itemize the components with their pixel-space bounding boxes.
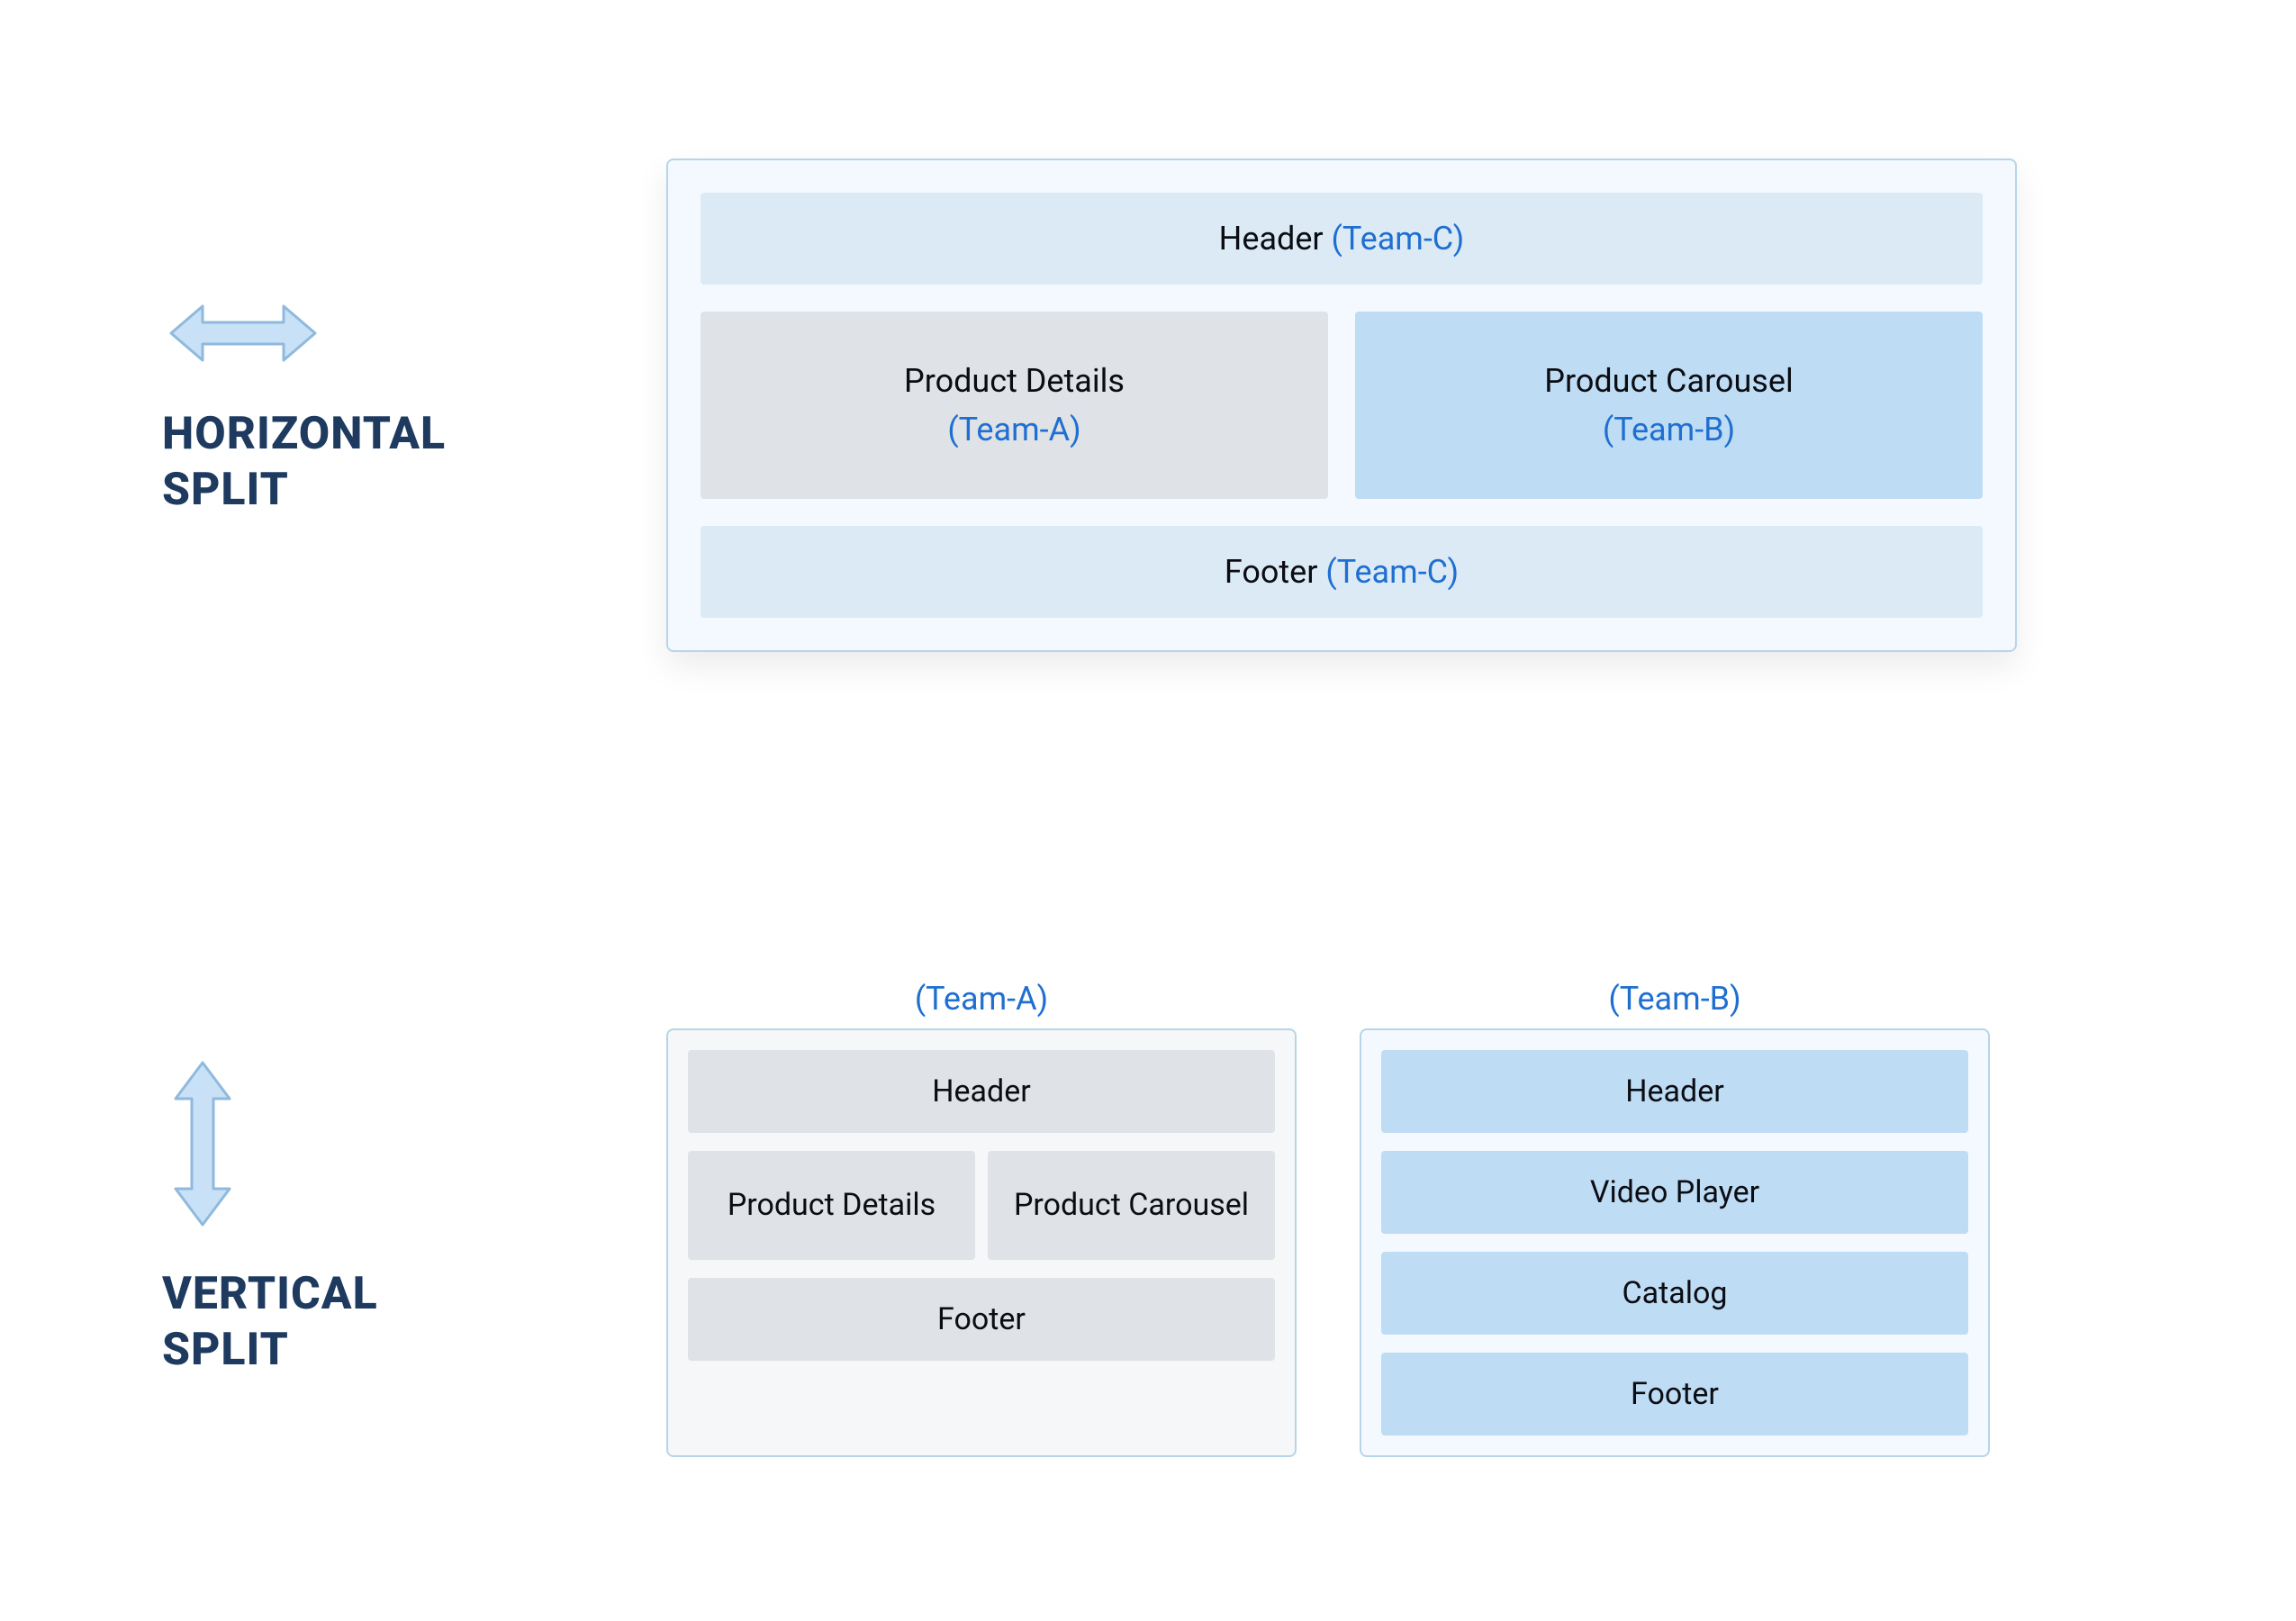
horizontal-arrow-icon: [162, 293, 324, 374]
vertical-label-column: VERTICAL SPLIT: [108, 1054, 666, 1379]
product-details-team: (Team-A): [947, 405, 1080, 454]
vertical-title-line1: VERTICAL: [162, 1268, 378, 1320]
horizontal-header-team: (Team-C): [1332, 220, 1465, 258]
horizontal-split-section: HORIZONTAL SPLIT Header (Team-C) Product…: [0, 0, 2296, 810]
product-details-block: Product Details (Team-A): [701, 312, 1328, 499]
panel-a-carousel: Product Carousel: [988, 1151, 1275, 1260]
vertical-arrow-icon: [162, 1054, 243, 1234]
horizontal-footer-label: Footer: [1225, 553, 1326, 591]
vertical-panel-b: (Team-B) Header Video Player Catalog Foo…: [1360, 1028, 1990, 1457]
vertical-panel-a: (Team-A) Header Product Details Product …: [666, 1028, 1297, 1457]
vertical-title: VERTICAL SPLIT: [162, 1266, 378, 1379]
product-carousel-label: Product Carousel: [1544, 357, 1793, 405]
product-carousel-block: Product Carousel (Team-B): [1355, 312, 1983, 499]
horizontal-header-block: Header (Team-C): [701, 193, 1983, 285]
panel-a-header: Header: [688, 1050, 1275, 1133]
panel-b-team-label: (Team-B): [1361, 980, 1988, 1018]
horizontal-header-label: Header: [1219, 220, 1332, 258]
horizontal-diagram: Header (Team-C) Product Details (Team-A)…: [666, 158, 2188, 652]
horizontal-footer-block: Footer (Team-C): [701, 526, 1983, 618]
panel-b-video: Video Player: [1381, 1151, 1968, 1234]
panel-a-footer: Footer: [688, 1278, 1275, 1361]
vertical-split-section: VERTICAL SPLIT (Team-A) Header Product D…: [0, 810, 2296, 1621]
panel-a-details: Product Details: [688, 1151, 975, 1260]
horizontal-title-line1: HORIZONTAL: [162, 408, 446, 460]
panel-b-catalog: Catalog: [1381, 1252, 1968, 1335]
horizontal-panel: Header (Team-C) Product Details (Team-A)…: [666, 158, 2017, 652]
diagram-root: HORIZONTAL SPLIT Header (Team-C) Product…: [0, 0, 2296, 1621]
horizontal-middle-row: Product Details (Team-A) Product Carouse…: [701, 312, 1983, 499]
product-carousel-team: (Team-B): [1603, 405, 1735, 454]
horizontal-label-column: HORIZONTAL SPLIT: [108, 293, 666, 519]
horizontal-footer-team: (Team-C): [1325, 553, 1459, 591]
panel-a-middle-row: Product Details Product Carousel: [688, 1151, 1275, 1260]
panel-b-header: Header: [1381, 1050, 1968, 1133]
horizontal-title: HORIZONTAL SPLIT: [162, 406, 446, 519]
panel-b-footer: Footer: [1381, 1353, 1968, 1435]
product-details-label: Product Details: [904, 357, 1125, 405]
vertical-panels-wrap: (Team-A) Header Product Details Product …: [666, 1028, 1990, 1457]
panel-a-team-label: (Team-A): [668, 980, 1295, 1018]
vertical-diagram: (Team-A) Header Product Details Product …: [666, 974, 2188, 1457]
vertical-title-line2: SPLIT: [162, 1324, 289, 1376]
horizontal-title-line2: SPLIT: [162, 464, 289, 516]
